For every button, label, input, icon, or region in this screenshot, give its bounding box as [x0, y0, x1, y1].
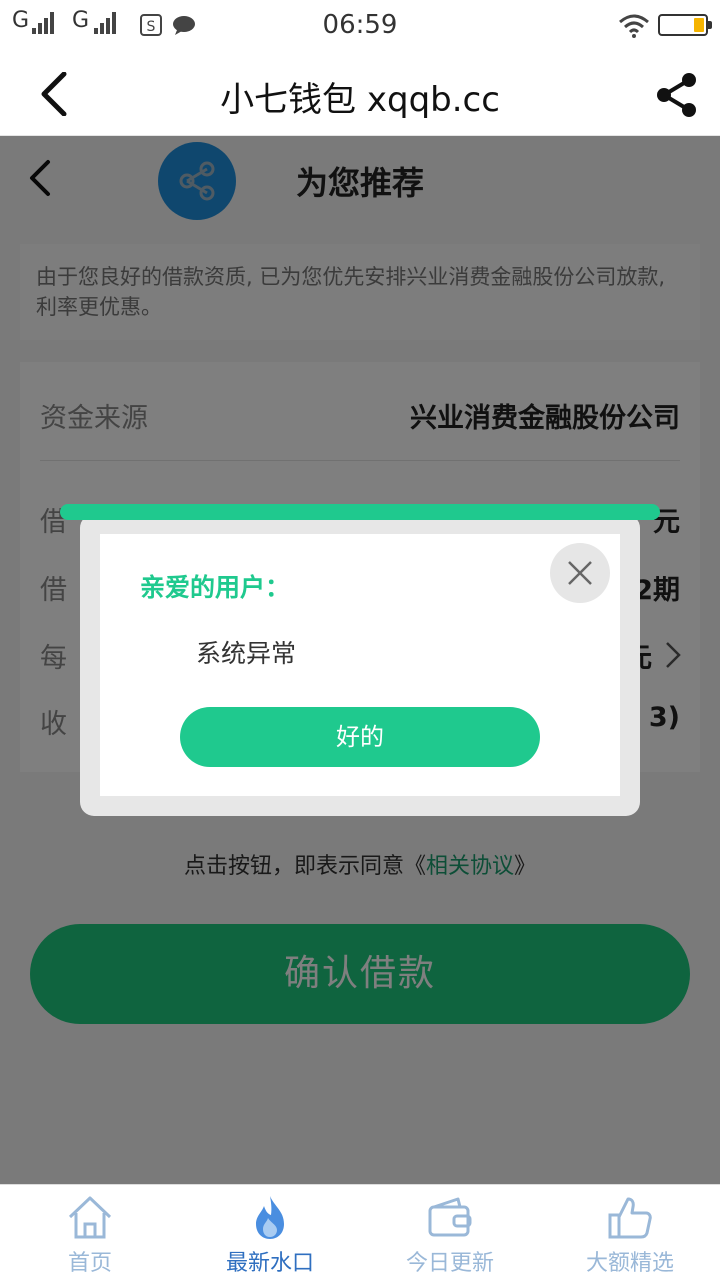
bottom-nav: 首页 最新水口 今日更新 大额精选 [0, 1184, 720, 1280]
ok-button[interactable]: 好的 [180, 707, 540, 767]
status-bar: G G S 06:59 [0, 0, 720, 52]
alert-dialog: 亲爱的用户： 系统异常 好的 [100, 534, 620, 796]
nav-label: 大额精选 [585, 1251, 674, 1276]
close-button[interactable] [550, 543, 610, 603]
nav-item-latest[interactable]: 最新水口 [180, 1185, 360, 1280]
nav-label: 今日更新 [405, 1251, 494, 1276]
battery-icon [658, 14, 712, 36]
app-header: 小七钱包 xqqb.cc [0, 52, 720, 136]
thumbs-up-icon [608, 1197, 652, 1239]
wifi-icon [619, 14, 649, 38]
nav-item-featured[interactable]: 大额精选 [540, 1185, 720, 1280]
dialog-title: 亲爱的用户： [140, 573, 291, 602]
nav-item-today[interactable]: 今日更新 [360, 1185, 540, 1280]
fire-icon [256, 1196, 284, 1239]
dialog-message: 系统异常 [196, 639, 297, 668]
clock: 06:59 [322, 10, 398, 40]
nav-item-home[interactable]: 首页 [0, 1185, 180, 1280]
close-icon [568, 561, 592, 585]
dialog-accent-bar [60, 504, 660, 520]
home-icon [68, 1196, 112, 1239]
nav-label: 最新水口 [225, 1251, 314, 1276]
wallet-icon [428, 1197, 472, 1237]
app-title: 小七钱包 xqqb.cc [220, 80, 500, 120]
nav-label: 首页 [67, 1251, 112, 1276]
share-icon[interactable] [654, 72, 700, 118]
